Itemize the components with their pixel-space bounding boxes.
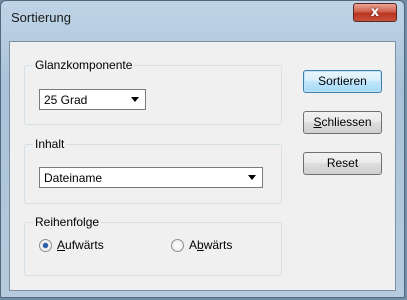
glanz-select-value: 25 Grad [44,93,88,107]
radio-selected-dot [43,243,48,248]
title-bar[interactable]: Sortierung x [1,1,404,41]
chevron-down-icon [131,97,139,102]
radio-abwaerts[interactable] [171,239,184,252]
window-title: Sortierung [11,10,71,25]
chevron-down-icon [248,175,256,180]
glanz-select[interactable]: 25 Grad [39,89,146,110]
inhalt-group-label: Inhalt [33,137,67,151]
dialog-client-area: Glanzkomponente 25 Grad Inhalt Dateiname… [9,41,396,291]
sort-button[interactable]: Sortieren [303,70,382,93]
close-button[interactable]: Schliessen [303,111,382,134]
dialog-window: Sortierung x Glanzkomponente 25 Grad Inh… [0,0,405,298]
radio-aufwaerts-label[interactable]: Aufwärts [57,238,104,252]
inhalt-select[interactable]: Dateiname [39,167,263,188]
inhalt-select-value: Dateiname [44,171,103,185]
glanz-group: Glanzkomponente 25 Grad [24,58,282,125]
glanz-group-label: Glanzkomponente [33,58,135,72]
reihenfolge-group: Reihenfolge Aufwärts Abwärts [24,215,282,276]
radio-aufwaerts[interactable] [39,239,52,252]
close-icon: x [370,5,380,20]
close-window-button[interactable]: x [353,3,397,22]
reihenfolge-group-label: Reihenfolge [33,215,102,229]
radio-abwaerts-label[interactable]: Abwärts [189,238,232,252]
reset-button[interactable]: Reset [303,152,382,175]
inhalt-group: Inhalt Dateiname [24,137,282,204]
